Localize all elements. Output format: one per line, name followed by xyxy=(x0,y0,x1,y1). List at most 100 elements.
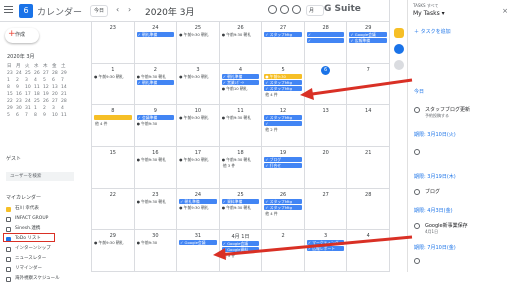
date-number[interactable]: 2 xyxy=(135,67,177,73)
mini-date[interactable]: 3 xyxy=(25,78,34,83)
day-cell[interactable]: 13 xyxy=(304,105,348,147)
calendar-event[interactable]: ✓ 打合せ xyxy=(264,163,302,168)
date-number[interactable]: 29 xyxy=(347,25,389,31)
checkbox-icon[interactable] xyxy=(6,216,11,222)
more-events-link[interactable]: 他 4 件 xyxy=(95,121,131,127)
mini-date[interactable]: 7 xyxy=(61,78,70,83)
date-number[interactable]: 3 xyxy=(305,233,347,239)
checkbox-icon[interactable] xyxy=(6,276,11,282)
day-cell[interactable]: 1 ● 午前9:30 朝礼 xyxy=(92,63,135,106)
calendar-event[interactable]: ● 午前9:30 朝礼 xyxy=(222,205,260,210)
mini-date[interactable]: 5 xyxy=(43,78,52,83)
day-cell[interactable]: 21 xyxy=(347,147,390,189)
date-number[interactable]: 8 xyxy=(92,108,134,114)
day-cell[interactable]: 26 ✓ スタッフMtg ✓ スタッフMtg 他 4 件 xyxy=(262,188,305,231)
calendar-event[interactable]: ● 午前9:30 朝礼 xyxy=(137,157,175,162)
task-item[interactable]: ブログ xyxy=(414,188,510,195)
day-cell[interactable]: 8 他 4 件 xyxy=(92,105,135,147)
calendar-event[interactable]: ✓ xyxy=(306,32,345,37)
checkbox-icon[interactable] xyxy=(6,256,11,262)
date-number[interactable]: 18 xyxy=(220,150,262,156)
mini-date[interactable]: 25 xyxy=(25,71,34,76)
date-number[interactable]: 23 xyxy=(135,192,177,198)
date-number[interactable]: 25 xyxy=(220,192,262,198)
mini-calendar-grid[interactable]: 日月火水木金土 23 24 25 26 27 28 29 1 2 3 4 5 6 7 8 9 10 11 12 13 14… xyxy=(7,63,70,118)
date-number[interactable]: 17 xyxy=(177,150,219,156)
date-number[interactable]: 4月 1日 xyxy=(220,233,262,240)
mini-date[interactable]: 31 xyxy=(25,106,34,111)
day-cell[interactable]: 9 ✓ 会議準備 ● 午前9:30 xyxy=(134,105,178,147)
day-cell[interactable]: 2 ● 午前9:30 朝礼 ✓ 朝礼準備 xyxy=(134,63,178,106)
mini-date[interactable]: 23 xyxy=(7,71,16,76)
day-cell[interactable]: 29 ● 午前9:30 朝礼 xyxy=(92,230,135,272)
calendar-event[interactable]: ● 午前9:30 xyxy=(137,121,175,126)
day-cell[interactable]: 24 ✓ 朝礼準備 xyxy=(134,22,178,64)
checkbox-icon[interactable] xyxy=(6,246,11,252)
mini-date[interactable]: 4 xyxy=(61,106,70,111)
task-item[interactable]: Google新事業保存 4月1日 xyxy=(414,222,510,235)
calendar-event[interactable]: ✓ Google会議 xyxy=(349,32,387,37)
calendar-event[interactable] xyxy=(94,115,132,121)
mini-date[interactable]: 1 xyxy=(7,78,16,83)
close-icon[interactable]: × xyxy=(502,7,508,15)
more-events-link[interactable]: 他 2 件 xyxy=(265,127,301,133)
day-cell[interactable]: 6 xyxy=(304,63,348,106)
date-number[interactable]: 24 xyxy=(177,192,219,198)
day-cell[interactable]: 15 xyxy=(92,147,135,189)
complete-circle-icon[interactable] xyxy=(414,149,420,155)
calendar-event[interactable]: ● 午前10 朝礼 xyxy=(222,86,260,91)
date-number[interactable]: 7 xyxy=(347,67,389,73)
calendar-event[interactable]: ✓ Google会議 xyxy=(179,240,217,246)
date-number[interactable]: 14 xyxy=(347,108,389,114)
day-cell[interactable]: 27 xyxy=(304,188,348,231)
complete-circle-icon[interactable] xyxy=(414,222,420,229)
day-cell[interactable]: 3 ● 午前9:30 朝礼 xyxy=(177,63,220,106)
checkbox-icon[interactable] xyxy=(6,226,11,232)
prev-month-icon[interactable]: ‹ xyxy=(116,5,119,14)
mini-date[interactable]: 10 xyxy=(52,113,61,118)
add-task-button[interactable]: ＋ タスクを追加 xyxy=(414,28,451,35)
task-item[interactable] xyxy=(414,258,510,265)
calendar-item[interactable]: 海外視察スケジュール xyxy=(6,274,60,284)
day-cell[interactable]: 4 xyxy=(347,230,390,272)
date-number[interactable]: 30 xyxy=(135,233,177,239)
date-number[interactable]: 3 xyxy=(177,67,219,73)
calendar-event[interactable]: ● 午前9:30 朝礼 xyxy=(94,240,132,245)
calendar-event[interactable]: ✓ スタッフMtg xyxy=(264,115,302,121)
calendar-item[interactable]: 石川 幸代表 xyxy=(6,204,60,214)
date-number[interactable]: 2 xyxy=(262,233,304,239)
mini-date[interactable]: 11 xyxy=(34,85,43,90)
date-number[interactable]: 20 xyxy=(305,150,347,156)
date-number[interactable]: 19 xyxy=(262,150,304,156)
mini-date[interactable]: 25 xyxy=(34,99,43,104)
date-number[interactable]: 6 xyxy=(321,65,331,75)
calendar-event[interactable]: ● 午前9:30 朝礼 xyxy=(222,157,260,162)
mini-date[interactable]: 24 xyxy=(16,71,25,76)
day-cell[interactable]: 31 ✓ Google会議 xyxy=(177,230,220,272)
search-people-input[interactable]: ユーザーを検索 xyxy=(6,172,74,181)
day-cell[interactable]: 10 ● 午前9:30 朝礼 xyxy=(177,105,220,147)
mini-date[interactable]: 23 xyxy=(16,99,25,104)
day-cell[interactable]: 23 ● 午前9:30 朝礼 xyxy=(134,188,178,231)
mini-date[interactable]: 20 xyxy=(52,92,61,97)
calendar-event[interactable]: ● 午前9:30 朝礼 xyxy=(179,115,217,120)
date-number[interactable]: 24 xyxy=(135,25,177,31)
mini-date[interactable]: 21 xyxy=(61,92,70,97)
calendar-event[interactable]: ✓ 朝礼準備 xyxy=(221,73,260,79)
day-cell[interactable]: 28 ✓ ✓ xyxy=(304,22,348,64)
mini-date[interactable]: 24 xyxy=(25,99,34,104)
calendar-event[interactable]: ✓ xyxy=(306,38,345,43)
mini-date[interactable]: 26 xyxy=(43,99,52,104)
calendar-event[interactable]: ✓ 資料準備 xyxy=(221,198,260,204)
calendar-event[interactable]: ✓ 朝礼準備 xyxy=(136,32,175,37)
mini-date[interactable]: 9 xyxy=(43,113,52,118)
menu-icon[interactable] xyxy=(4,6,13,13)
task-item[interactable]: スタッフブログ更新 予約投稿する xyxy=(414,106,510,119)
mini-date[interactable]: 3 xyxy=(52,106,61,111)
calendar-event[interactable]: ✓ 朝礼準備 xyxy=(179,198,217,204)
calendar-event[interactable]: ✓ スタッフMtg xyxy=(264,85,302,91)
calendar-event[interactable]: ✓ ブログ xyxy=(264,157,302,162)
calendar-event[interactable]: ✓ 広報準備 xyxy=(349,38,387,43)
day-cell[interactable]: 2 xyxy=(262,230,305,272)
calendar-event[interactable]: ● 午前9:30 xyxy=(137,240,175,245)
